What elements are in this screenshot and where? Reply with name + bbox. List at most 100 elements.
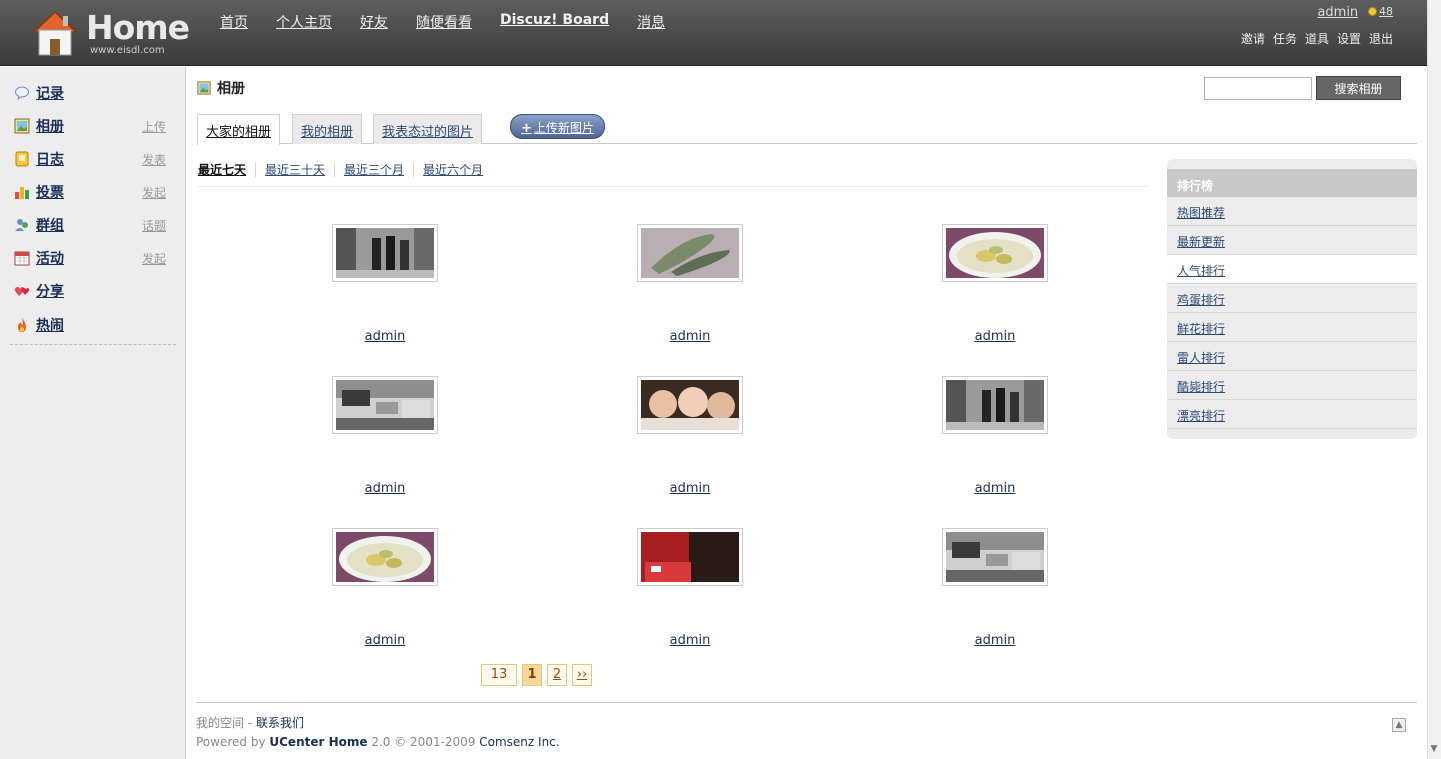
photo-owner-link[interactable]: admin [332,481,438,496]
ranking-item[interactable]: 热图推荐 [1167,197,1417,226]
photo-image [641,380,739,430]
next-page-link[interactable]: ›› [572,664,592,686]
user-links: 邀请 任务 道具 设置 退出 [1241,30,1393,47]
upload-photo-button[interactable]: + 上传新图片 [510,114,605,139]
comsenz-link[interactable]: Comsenz Inc. [479,735,559,749]
ranking-item[interactable]: 人气排行 [1167,255,1417,284]
sidebar-item-poll[interactable]: 投票 发起 [14,181,166,203]
page-scrollbar[interactable] [1427,0,1441,759]
album-search-input[interactable] [1204,77,1312,100]
credits[interactable]: 48 [1368,5,1393,18]
back-to-top-icon[interactable]: ▲ [1392,718,1406,732]
invite-link[interactable]: 邀请 [1241,30,1265,47]
start-event-link[interactable]: 发起 [142,250,166,267]
photo-thumbnail[interactable] [942,528,1048,586]
sidebar-item-events[interactable]: 活动 发起 [14,247,166,269]
nav-browse[interactable]: 随便看看 [416,12,472,32]
logout-link[interactable]: 退出 [1369,30,1393,47]
photo-owner-link[interactable]: admin [637,633,743,648]
photo-image [946,380,1044,430]
contact-us-link[interactable]: 联系我们 [256,716,304,730]
tab-my-albums[interactable]: 我的相册 [292,114,363,144]
ranking-item[interactable]: 鸡蛋排行 [1167,284,1417,313]
photo-image [336,228,434,278]
sidebar-divider [10,344,176,345]
sidebar-item-label: 投票 [36,185,64,201]
footer-line-1: 我的空间 - 联系我们 [196,714,1417,731]
page-title: 相册 [197,78,245,98]
photo-owner-link[interactable]: admin [637,329,743,344]
filter-3-months[interactable]: 最近三个月 [334,163,413,177]
photo-thumbnail[interactable] [637,376,743,434]
photo-owner-link[interactable]: admin [942,481,1048,496]
sidebar-item-blog[interactable]: 日志 发表 [14,148,166,170]
photo-item: admin [942,224,1048,344]
filter-6-months[interactable]: 最近六个月 [413,163,492,177]
sidebar-item-records[interactable]: 记录 [14,82,166,104]
photo-owner-link[interactable]: admin [637,481,743,496]
props-link[interactable]: 道具 [1305,30,1329,47]
search-album-button[interactable]: 搜索相册 [1316,76,1401,100]
username-link[interactable]: admin [1317,5,1358,20]
tab-everyone-albums[interactable]: 大家的相册 [197,114,281,145]
speech-bubble-icon [15,86,29,101]
photo-thumbnail[interactable] [332,528,438,586]
nav-friends[interactable]: 好友 [360,12,388,32]
publish-blog-link[interactable]: 发表 [142,151,166,168]
album-tabs: 大家的相册 我的相册 我表态过的图片 [197,113,1417,145]
fire-icon [18,318,26,332]
sidebar-item-groups[interactable]: 群组 话题 [14,214,166,236]
start-poll-link[interactable]: 发起 [142,184,166,201]
upload-link[interactable]: 上传 [142,118,166,135]
logo-text: Home [86,8,190,47]
photo-thumbnail[interactable] [942,224,1048,282]
task-link[interactable]: 任务 [1273,30,1297,47]
photo-image [946,532,1044,582]
ranking-panel: 排行榜 热图推荐 最新更新 人气排行 鸡蛋排行 鲜花排行 雷人排行 酷毙排行 漂亮排行 [1167,159,1417,439]
photo-item: admin [942,528,1048,648]
photo-icon [14,118,30,134]
sidebar-item-album[interactable]: 相册 上传 [14,115,166,137]
photo-item: admin [332,376,438,496]
ranking-item[interactable]: 雷人排行 [1167,342,1417,371]
nav-profile[interactable]: 个人主页 [276,12,332,32]
sidebar-item-hot[interactable]: 热闹 [14,314,166,336]
ucenter-home-link[interactable]: UCenter Home [269,735,367,749]
coin-icon [1368,7,1377,16]
photo-thumbnail[interactable] [637,224,743,282]
ranking-item[interactable]: 最新更新 [1167,226,1417,255]
ranking-item[interactable]: 漂亮排行 [1167,400,1417,429]
photo-item: admin [637,224,743,344]
filter-7-days[interactable]: 最近七天 [198,163,255,177]
page-2-link[interactable]: 2 [547,664,567,686]
photo-thumbnail[interactable] [942,376,1048,434]
photo-owner-link[interactable]: admin [942,633,1048,648]
nav-messages[interactable]: 消息 [637,12,665,32]
settings-link[interactable]: 设置 [1337,30,1361,47]
ranking-item[interactable]: 鲜花排行 [1167,313,1417,342]
topic-link[interactable]: 话题 [142,217,166,234]
page-total: 13 [481,664,517,686]
tab-rated-photos[interactable]: 我表态过的图片 [373,114,483,144]
ranking-item[interactable]: 酷毙排行 [1167,371,1417,400]
hearts-icon [14,287,30,296]
house-icon [32,10,78,56]
photo-thumbnail[interactable] [332,376,438,434]
top-header: Home www.eisdl.com 首页 个人主页 好友 随便看看 Discu… [0,0,1427,66]
site-logo[interactable]: Home www.eisdl.com [28,8,190,60]
photo-owner-link[interactable]: admin [942,329,1048,344]
photo-owner-link[interactable]: admin [332,633,438,648]
filter-30-days[interactable]: 最近三十天 [255,163,334,177]
scroll-down-arrow-icon[interactable]: ▼ [1429,744,1439,756]
bar-chart-icon [15,187,29,199]
nav-home[interactable]: 首页 [220,12,248,32]
nav-discuz-board[interactable]: Discuz! Board [500,12,609,32]
photo-thumbnail[interactable] [637,528,743,586]
photo-thumbnail[interactable] [332,224,438,282]
calendar-icon [14,251,30,266]
credits-value: 48 [1379,5,1393,18]
powered-by-text: Powered by [196,735,270,749]
photo-owner-link[interactable]: admin [332,329,438,344]
plus-icon: + [521,121,532,136]
sidebar-item-share[interactable]: 分享 [14,280,166,302]
